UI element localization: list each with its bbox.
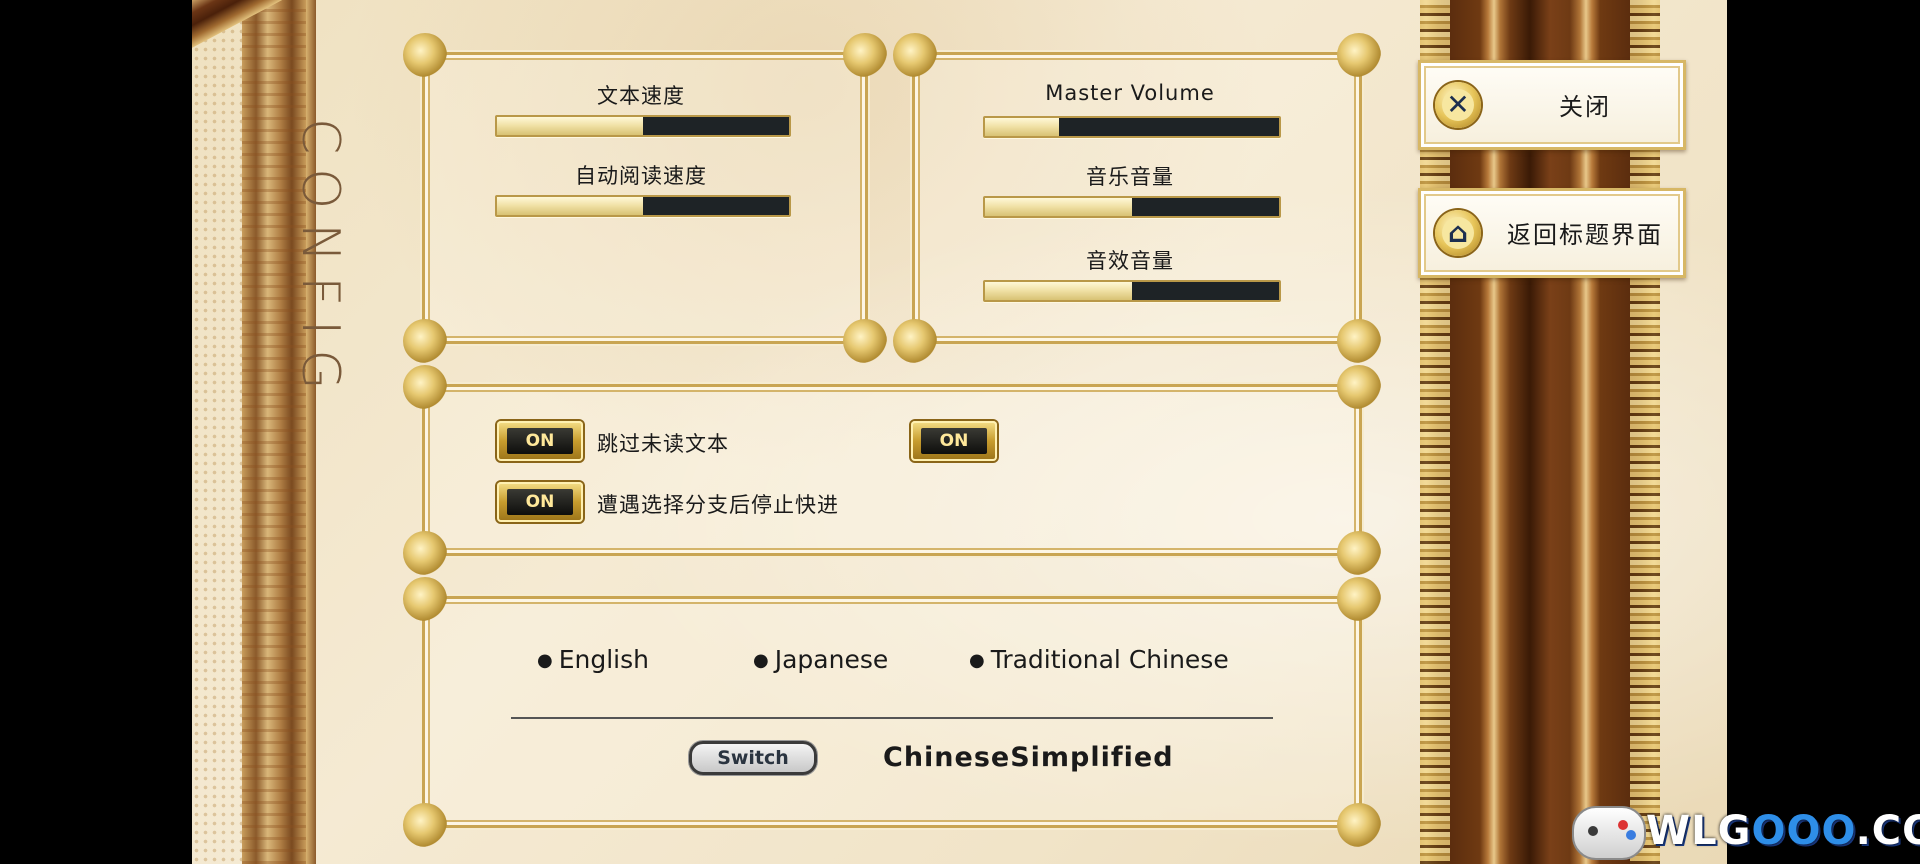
language-option-label: English [558, 645, 649, 674]
corner-ornament [1337, 577, 1381, 621]
text-speed-panel: 文本速度 自动阅读速度 [403, 33, 887, 363]
text-speed-label: 文本速度 [597, 84, 685, 108]
return-title-button-label: 返回标题界面 [1507, 221, 1663, 249]
stop-skip-on-choice-label: 遭遇选择分支后停止快进 [597, 493, 839, 517]
corner-ornament [1337, 319, 1381, 363]
corner-ornament [843, 33, 887, 77]
gamepad-icon [1572, 806, 1646, 860]
corner-ornament [403, 577, 447, 621]
language-option-label: Japanese [774, 645, 889, 674]
text-speed-slider[interactable] [495, 115, 791, 137]
corner-ornament [1337, 531, 1381, 575]
corner-ornament [893, 33, 937, 77]
toggle-state-label: ON [507, 489, 573, 515]
config-screen: CONFIG 文本速度 自动阅读速度 Master Volume 音乐音量 音效… [192, 0, 1727, 864]
auto-read-speed-label: 自动阅读速度 [575, 164, 707, 188]
bullet: ● [537, 650, 553, 671]
stop-skip-on-choice-toggle[interactable]: ON [497, 482, 583, 522]
corner-ornament [403, 33, 447, 77]
corner-ornament [403, 319, 447, 363]
music-volume-label: 音乐音量 [1086, 165, 1174, 189]
bullet: ● [969, 650, 985, 671]
bullet: ● [753, 650, 769, 671]
skip-unread-label: 跳过未读文本 [597, 432, 729, 456]
page-title: CONFIG [290, 118, 350, 404]
sfx-volume-label: 音效音量 [1086, 249, 1174, 273]
language-option-traditional-chinese[interactable]: ● Traditional Chinese [969, 645, 1229, 674]
corner-ornament [403, 803, 447, 847]
sfx-volume-slider[interactable] [983, 280, 1281, 302]
slider-fill [985, 198, 1132, 216]
slider-fill [497, 117, 643, 135]
skip-unread-toggle[interactable]: ON [497, 421, 583, 461]
toggle-state-label: ON [507, 428, 573, 454]
slider-fill [985, 282, 1132, 300]
language-option-japanese[interactable]: ● Japanese [753, 645, 888, 674]
close-icon: ✕ [1435, 82, 1481, 128]
unlabeled-toggle[interactable]: ON [911, 421, 997, 461]
volume-panel: Master Volume 音乐音量 音效音量 [893, 33, 1381, 363]
slider-fill [497, 197, 643, 215]
return-title-button[interactable]: ⌂ 返回标题界面 [1418, 188, 1686, 278]
language-option-label: Traditional Chinese [990, 645, 1229, 674]
skip-options-panel: ON 跳过未读文本 ON ON 遭遇选择分支后停止快进 [403, 365, 1381, 575]
toggle-state-label: ON [921, 428, 987, 454]
language-panel: ● English ● Japanese ● Traditional Chinese … [403, 577, 1381, 847]
master-volume-label: Master Volume [1045, 81, 1215, 105]
watermark-text: WLGOOO.COM [1646, 808, 1920, 854]
corner-ornament [893, 319, 937, 363]
slider-fill [985, 118, 1059, 136]
close-button-label: 关闭 [1559, 93, 1611, 121]
corner-ornament [843, 319, 887, 363]
left-dot-pattern [192, 0, 242, 864]
corner-ornament [403, 531, 447, 575]
auto-read-speed-slider[interactable] [495, 195, 791, 217]
corner-ornament [1337, 803, 1381, 847]
corner-ornament [403, 365, 447, 409]
music-volume-slider[interactable] [983, 196, 1281, 218]
master-volume-slider[interactable] [983, 116, 1281, 138]
switch-language-button[interactable]: Switch [689, 741, 817, 775]
home-icon: ⌂ [1435, 210, 1481, 256]
corner-ornament [1337, 33, 1381, 77]
watermark-logo: WLGOOO.COM [1572, 800, 1920, 864]
close-button[interactable]: ✕ 关闭 [1418, 60, 1686, 150]
language-divider [511, 717, 1273, 719]
corner-ornament [1337, 365, 1381, 409]
current-language: ChineseSimplified [883, 742, 1174, 773]
language-option-english[interactable]: ● English [537, 645, 649, 674]
